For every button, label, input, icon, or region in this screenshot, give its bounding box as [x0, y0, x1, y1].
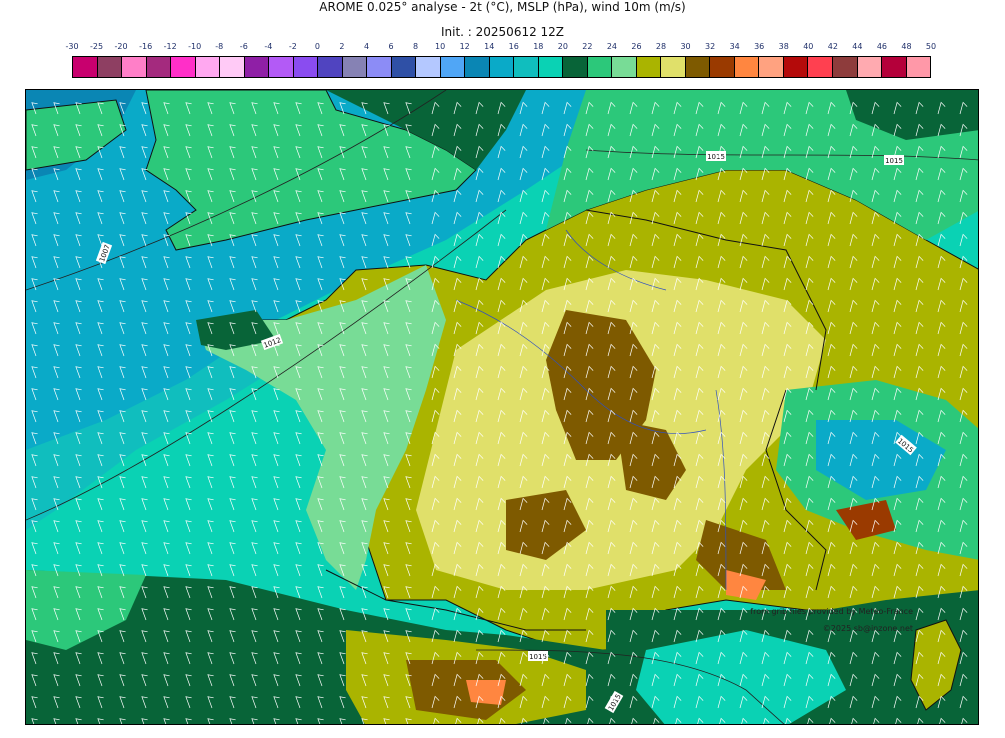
colorbar-tick-label: 32	[705, 42, 716, 51]
init-time: Init. : 20250612 12Z	[440, 25, 565, 39]
colorbar-swatch	[171, 57, 196, 77]
isobar-label: 1015	[706, 151, 726, 161]
isobar-label: 1015	[884, 155, 904, 165]
colorbar-swatch	[465, 57, 490, 77]
colorbar-swatch	[122, 57, 147, 77]
colorbar-swatch	[367, 57, 392, 77]
colorbar-tick-label: 6	[388, 42, 394, 51]
colorbar-tick-label: 12	[459, 42, 470, 51]
colorbar-tick-label: 50	[925, 42, 937, 51]
colorbar-tick-label: 2	[339, 42, 345, 51]
colorbar-tick-label: 22	[582, 42, 593, 51]
credit-author: ©2025 sb@inzone.net	[822, 624, 913, 633]
colorbar-swatch	[244, 57, 270, 77]
colorbar-swatch	[538, 57, 564, 77]
isobar-label-text: 1015	[885, 157, 903, 165]
colorbar-tick-label: -16	[139, 42, 153, 51]
colorbar-swatch	[146, 57, 172, 77]
colorbar-swatch	[882, 57, 907, 77]
colorbar-swatch	[514, 57, 539, 77]
colorbar-tick-label: 42	[827, 42, 838, 51]
colorbar-tick-label: -20	[114, 42, 128, 51]
isobar-label-text: 1015	[707, 153, 725, 161]
colorbar-tick-label: 26	[631, 42, 642, 51]
colorbar-swatch	[489, 57, 515, 77]
colorbar-swatch	[195, 57, 221, 77]
colorbar-tick-label: 40	[803, 42, 814, 51]
colorbar-tick-label: 34	[729, 42, 740, 51]
colorbar-swatch	[416, 57, 441, 77]
colorbar-swatch	[832, 57, 858, 77]
colorbar-labels: -30 -25 -20 -16 -12 -10 -8 -6 -4 -2 0 2 4 6 8 10 12 14 16 1…	[65, 42, 936, 54]
colorbar-tick-label: -8	[215, 42, 224, 51]
colorbar-swatch	[661, 57, 686, 77]
colorbar-swatch	[734, 57, 760, 77]
colorbar-swatch	[342, 57, 368, 77]
colorbar-tick-label: -2	[288, 42, 297, 51]
colorbar-swatch	[293, 57, 319, 77]
colorbar-tick-label: -12	[163, 42, 177, 51]
colorbar-tick-label: 4	[363, 42, 370, 51]
colorbar-tick-label: 38	[778, 42, 789, 51]
colorbar-swatch	[759, 57, 784, 77]
colorbar-tick-label: 30	[680, 42, 691, 51]
colorbar-swatch	[440, 57, 466, 77]
colorbar	[72, 56, 931, 78]
colorbar-tick-label: 36	[754, 42, 765, 51]
colorbar-swatch	[685, 57, 711, 77]
colorbar-tick-label: 48	[901, 42, 912, 51]
colorbar-swatch	[783, 57, 809, 77]
colorbar-tick-label: -30	[65, 42, 79, 51]
colorbar-tick-label: 14	[484, 42, 495, 51]
colorbar-swatch	[73, 57, 98, 77]
map-title: AROME 0.025° analyse - 2t (°C), MSLP (hP…	[319, 0, 686, 14]
colorbar-tick-label: 20	[557, 42, 568, 51]
colorbar-tick-label: 28	[655, 42, 667, 51]
colorbar-swatch	[563, 57, 588, 77]
colorbar-tick-label: -25	[89, 42, 104, 51]
colorbar-swatch	[857, 57, 883, 77]
colorbar-tick-label: 24	[606, 42, 618, 51]
colorbar-swatch	[391, 57, 417, 77]
colorbar-swatch	[318, 57, 343, 77]
credit-source: from grib files provided by Meteo-France	[750, 607, 913, 616]
colorbar-swatch	[220, 57, 245, 77]
colorbar-swatch	[269, 57, 294, 77]
colorbar-tick-label: 8	[413, 42, 419, 51]
colorbar-swatch	[636, 57, 662, 77]
colorbar-tick-label: 46	[876, 42, 887, 51]
colorbar-tick-label: -4	[264, 42, 273, 51]
colorbar-swatch	[710, 57, 735, 77]
colorbar-tick-label: -10	[188, 42, 202, 51]
colorbar-tick-label: 18	[533, 42, 544, 51]
colorbar-swatch	[97, 57, 123, 77]
colorbar-tick-label: 44	[852, 42, 863, 51]
colorbar-tick-label: 0	[314, 42, 320, 51]
colorbar-tick-label: 10	[435, 42, 446, 51]
colorbar-swatch	[906, 57, 931, 77]
colorbar-swatch	[808, 57, 833, 77]
colorbar-swatch	[612, 57, 637, 77]
isobar-label-text: 1015	[529, 653, 547, 661]
colorbar-tick-label: -6	[239, 42, 248, 51]
colorbar-swatch	[587, 57, 613, 77]
colorbar-tick-label: 16	[508, 42, 519, 51]
